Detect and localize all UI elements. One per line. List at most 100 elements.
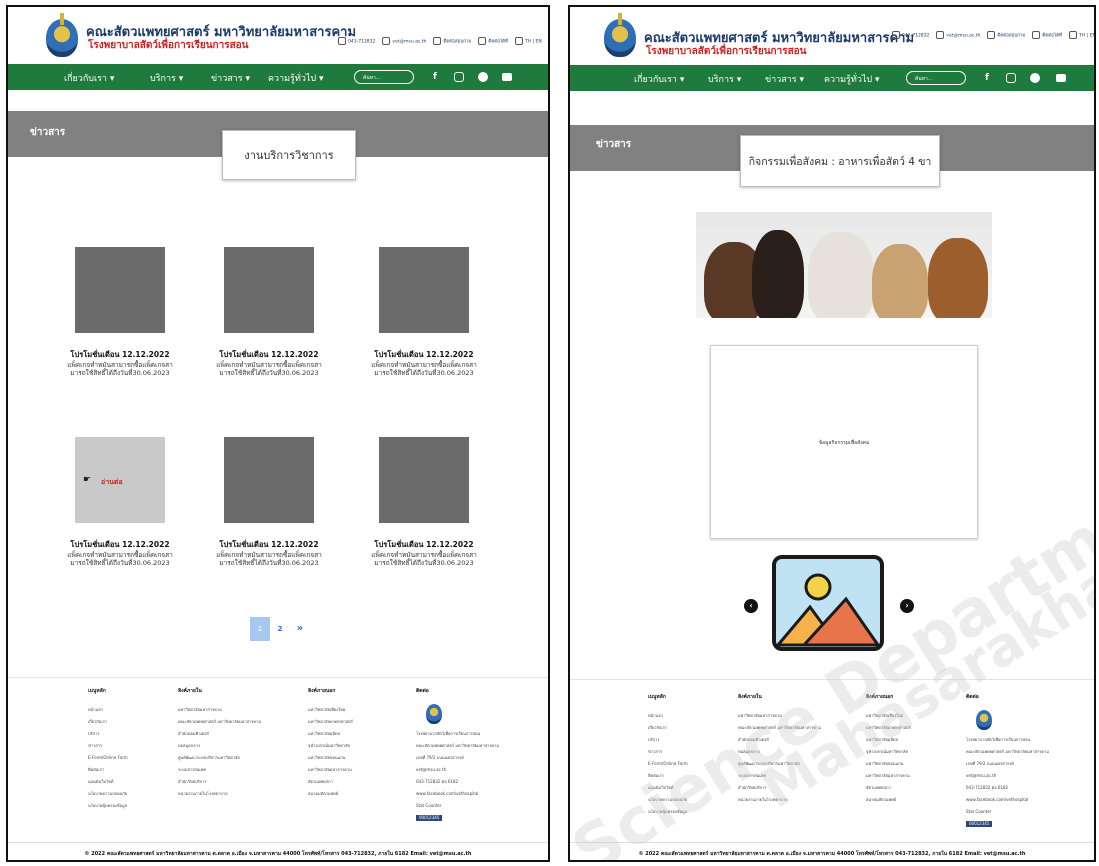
line-icon[interactable] [478, 72, 488, 82]
news-card[interactable]: โปรโมชั่นเดือน 12.12.2022 แพ็คเกจทำหมันส… [364, 247, 484, 377]
email-link[interactable]: vet@msu.ac.th [382, 37, 426, 45]
footer-link[interactable]: คณะสัตวแพทยศาสตร์ มหาวิทยาลัยมหาสารคาม [178, 716, 261, 728]
contact-link[interactable]: ติดต่อสอบถาม [987, 31, 1025, 39]
footer-facebook-link[interactable]: www.facebook.com/vethospital [416, 788, 499, 800]
news-card-title[interactable]: โปรโมชั่นเดือน 12.12.2022 [364, 539, 484, 551]
footer-link[interactable]: ระบบสารสนเทศ [178, 764, 261, 776]
footer-link[interactable]: สมาคมสัตวแพทย์ [866, 794, 911, 806]
footer-link[interactable]: มหาวิทยาลัยมหาสารคาม [866, 770, 911, 782]
footer-link[interactable]: จุฬาลงกรณ์มหาวิทยาลัย [866, 746, 911, 758]
nav-news[interactable]: ข่าวสาร ▾ [211, 71, 250, 85]
news-card-image[interactable] [224, 247, 314, 333]
footer-link[interactable]: จุฬาลงกรณ์มหาวิทยาลัย [308, 740, 353, 752]
read-more-link[interactable]: อ่านต่อ [101, 477, 123, 488]
footer-link[interactable]: นโยบายความปลอดภัย [648, 794, 688, 806]
footer-link[interactable]: E-Form/Online Form [648, 758, 688, 770]
news-card-title[interactable]: โปรโมชั่นเดือน 12.12.2022 [60, 349, 180, 361]
instagram-icon[interactable] [1006, 73, 1016, 83]
footer-link[interactable]: สำนักคอมพิวเตอร์ [178, 728, 261, 740]
language-switch[interactable]: TH | EN [515, 37, 542, 45]
footer-link[interactable]: มหาวิทยาลัยเชียงใหม่ [308, 704, 353, 716]
footer-link[interactable]: ศูนย์พัฒนาระบบบริหารมหาวิทยาลัย [738, 758, 821, 770]
footer-link[interactable]: บริการ [648, 734, 688, 746]
footer-email-link[interactable]: vet@msu.ac.th [416, 764, 499, 776]
footer-link[interactable]: มหาวิทยาลัยเกษตรศาสตร์ [308, 716, 353, 728]
footer-link[interactable]: มหาวิทยาลัยขอนแก่น [866, 758, 911, 770]
footer-email-link[interactable]: vet@msu.ac.th [966, 770, 1049, 782]
footer-link[interactable]: สัตวแพทยสภา [308, 776, 353, 788]
youtube-icon[interactable] [502, 73, 512, 81]
nav-knowledge[interactable]: ความรู้ทั่วไป ▾ [268, 71, 324, 85]
footer-link[interactable]: แผนผังเว็บไซต์ [648, 782, 688, 794]
footer-link[interactable]: มหาวิทยาลัยมหาสารคาม [308, 764, 353, 776]
footer-link[interactable]: มหาวิทยาลัยมหิดล [866, 734, 911, 746]
footer-link[interactable]: นโยบายคุ้มครองข้อมูล [648, 806, 688, 818]
contact-link[interactable]: ติดต่อสอบถาม [433, 37, 471, 45]
facebook-icon[interactable]: f [982, 73, 992, 83]
next-image-button[interactable]: › [900, 599, 914, 613]
footer-link[interactable]: ข่าวสาร [648, 746, 688, 758]
news-card-image[interactable] [75, 247, 165, 333]
language-switch[interactable]: TH | EN [1069, 31, 1094, 39]
footer-link[interactable]: หน้าแรก [88, 704, 128, 716]
faculty-logo-icon[interactable] [604, 13, 636, 57]
phone-link[interactable]: 043-712832 [338, 37, 375, 45]
footer-link[interactable]: ข่าวสาร [88, 740, 128, 752]
footer-link[interactable]: มหาวิทยาลัยมหิดล [308, 728, 353, 740]
facebook-icon[interactable]: f [430, 72, 440, 82]
news-card[interactable]: โปรโมชั่นเดือน 12.12.2022 แพ็คเกจทำหมันส… [364, 437, 484, 567]
youtube-icon[interactable] [1056, 74, 1066, 82]
footer-link[interactable]: สำนักคอมพิวเตอร์ [738, 734, 821, 746]
nav-services[interactable]: บริการ ▾ [150, 71, 183, 85]
footer-link[interactable]: สำนักวิทยบริการ [738, 782, 821, 794]
footer-link[interactable]: เกี่ยวกับเรา [648, 722, 688, 734]
footer-link[interactable]: หอสมุดกลาง [738, 746, 821, 758]
search-input[interactable]: ค้นหา... [906, 71, 966, 85]
faculty-logo-icon[interactable] [46, 13, 78, 57]
footer-link[interactable]: มหาวิทยาลัยขอนแก่น [308, 752, 353, 764]
footer-link[interactable]: นโยบายความปลอดภัย [88, 788, 128, 800]
footer-link[interactable]: มหาวิทยาลัยมหาสารคาม [178, 704, 261, 716]
nav-knowledge[interactable]: ความรู้ทั่วไป ▾ [824, 72, 880, 86]
news-card-title[interactable]: โปรโมชั่นเดือน 12.12.2022 [209, 349, 329, 361]
phone-link[interactable]: 043-712832 [892, 31, 929, 39]
footer-link[interactable]: นโยบายคุ้มครองข้อมูล [88, 800, 128, 812]
footer-link[interactable]: E-Form/Online Form [88, 752, 128, 764]
news-card-title[interactable]: โปรโมชั่นเดือน 12.12.2022 [60, 539, 180, 551]
news-card-hover[interactable]: ☛ อ่านต่อ โปรโมชั่นเดือน 12.12.2022 แพ็ค… [60, 437, 180, 567]
news-card-title[interactable]: โปรโมชั่นเดือน 12.12.2022 [364, 349, 484, 361]
map-link[interactable]: ติดต่อได้ที่ [1032, 31, 1062, 39]
footer-link[interactable]: มหาวิทยาลัยมหาสารคาม [738, 710, 821, 722]
news-card-image[interactable] [379, 247, 469, 333]
news-card-image[interactable]: ☛ อ่านต่อ [75, 437, 165, 523]
footer-link[interactable]: มหาวิทยาลัยเชียงใหม่ [866, 710, 911, 722]
search-input[interactable]: ค้นหา... [354, 70, 414, 84]
footer-link[interactable]: ศูนย์พัฒนาระบบบริหารมหาวิทยาลัย [178, 752, 261, 764]
footer-link[interactable]: ระบบสารสนเทศ [738, 770, 821, 782]
footer-link[interactable]: ติดต่อเรา [648, 770, 688, 782]
footer-link[interactable]: คณะสัตวแพทยศาสตร์ มหาวิทยาลัยมหาสารคาม [738, 722, 821, 734]
footer-link[interactable]: มหาวิทยาลัยเกษตรศาสตร์ [866, 722, 911, 734]
footer-link[interactable]: หอสมุดกลาง [178, 740, 261, 752]
footer-link[interactable]: ติดต่อเรา [88, 764, 128, 776]
footer-link[interactable]: หน้าแรก [648, 710, 688, 722]
news-card[interactable]: โปรโมชั่นเดือน 12.12.2022 แพ็คเกจทำหมันส… [209, 437, 329, 567]
footer-link[interactable]: บริการ [88, 728, 128, 740]
news-card-title[interactable]: โปรโมชั่นเดือน 12.12.2022 [209, 539, 329, 551]
nav-about[interactable]: เกี่ยวกับเรา ▾ [634, 72, 684, 86]
footer-link[interactable]: สมาคมสัตวแพทย์ [308, 788, 353, 800]
prev-image-button[interactable]: ‹ [744, 599, 758, 613]
footer-link[interactable]: หน่วยงานภายในโรงพยาบาล [178, 788, 261, 800]
page-1-button[interactable]: 1 [250, 617, 270, 641]
footer-link[interactable]: หน่วยงานภายในโรงพยาบาล [738, 794, 821, 806]
news-card[interactable]: โปรโมชั่นเดือน 12.12.2022 แพ็คเกจทำหมันส… [60, 247, 180, 377]
next-page-button[interactable]: » [290, 617, 310, 641]
news-card[interactable]: โปรโมชั่นเดือน 12.12.2022 แพ็คเกจทำหมันส… [209, 247, 329, 377]
nav-services[interactable]: บริการ ▾ [708, 72, 741, 86]
footer-link[interactable]: แผนผังเว็บไซต์ [88, 776, 128, 788]
footer-link[interactable]: สำนักวิทยบริการ [178, 776, 261, 788]
instagram-icon[interactable] [454, 72, 464, 82]
email-link[interactable]: vet@msu.ac.th [936, 31, 980, 39]
footer-link[interactable]: สัตวแพทยสภา [866, 782, 911, 794]
map-link[interactable]: ติดต่อได้ที่ [478, 37, 508, 45]
